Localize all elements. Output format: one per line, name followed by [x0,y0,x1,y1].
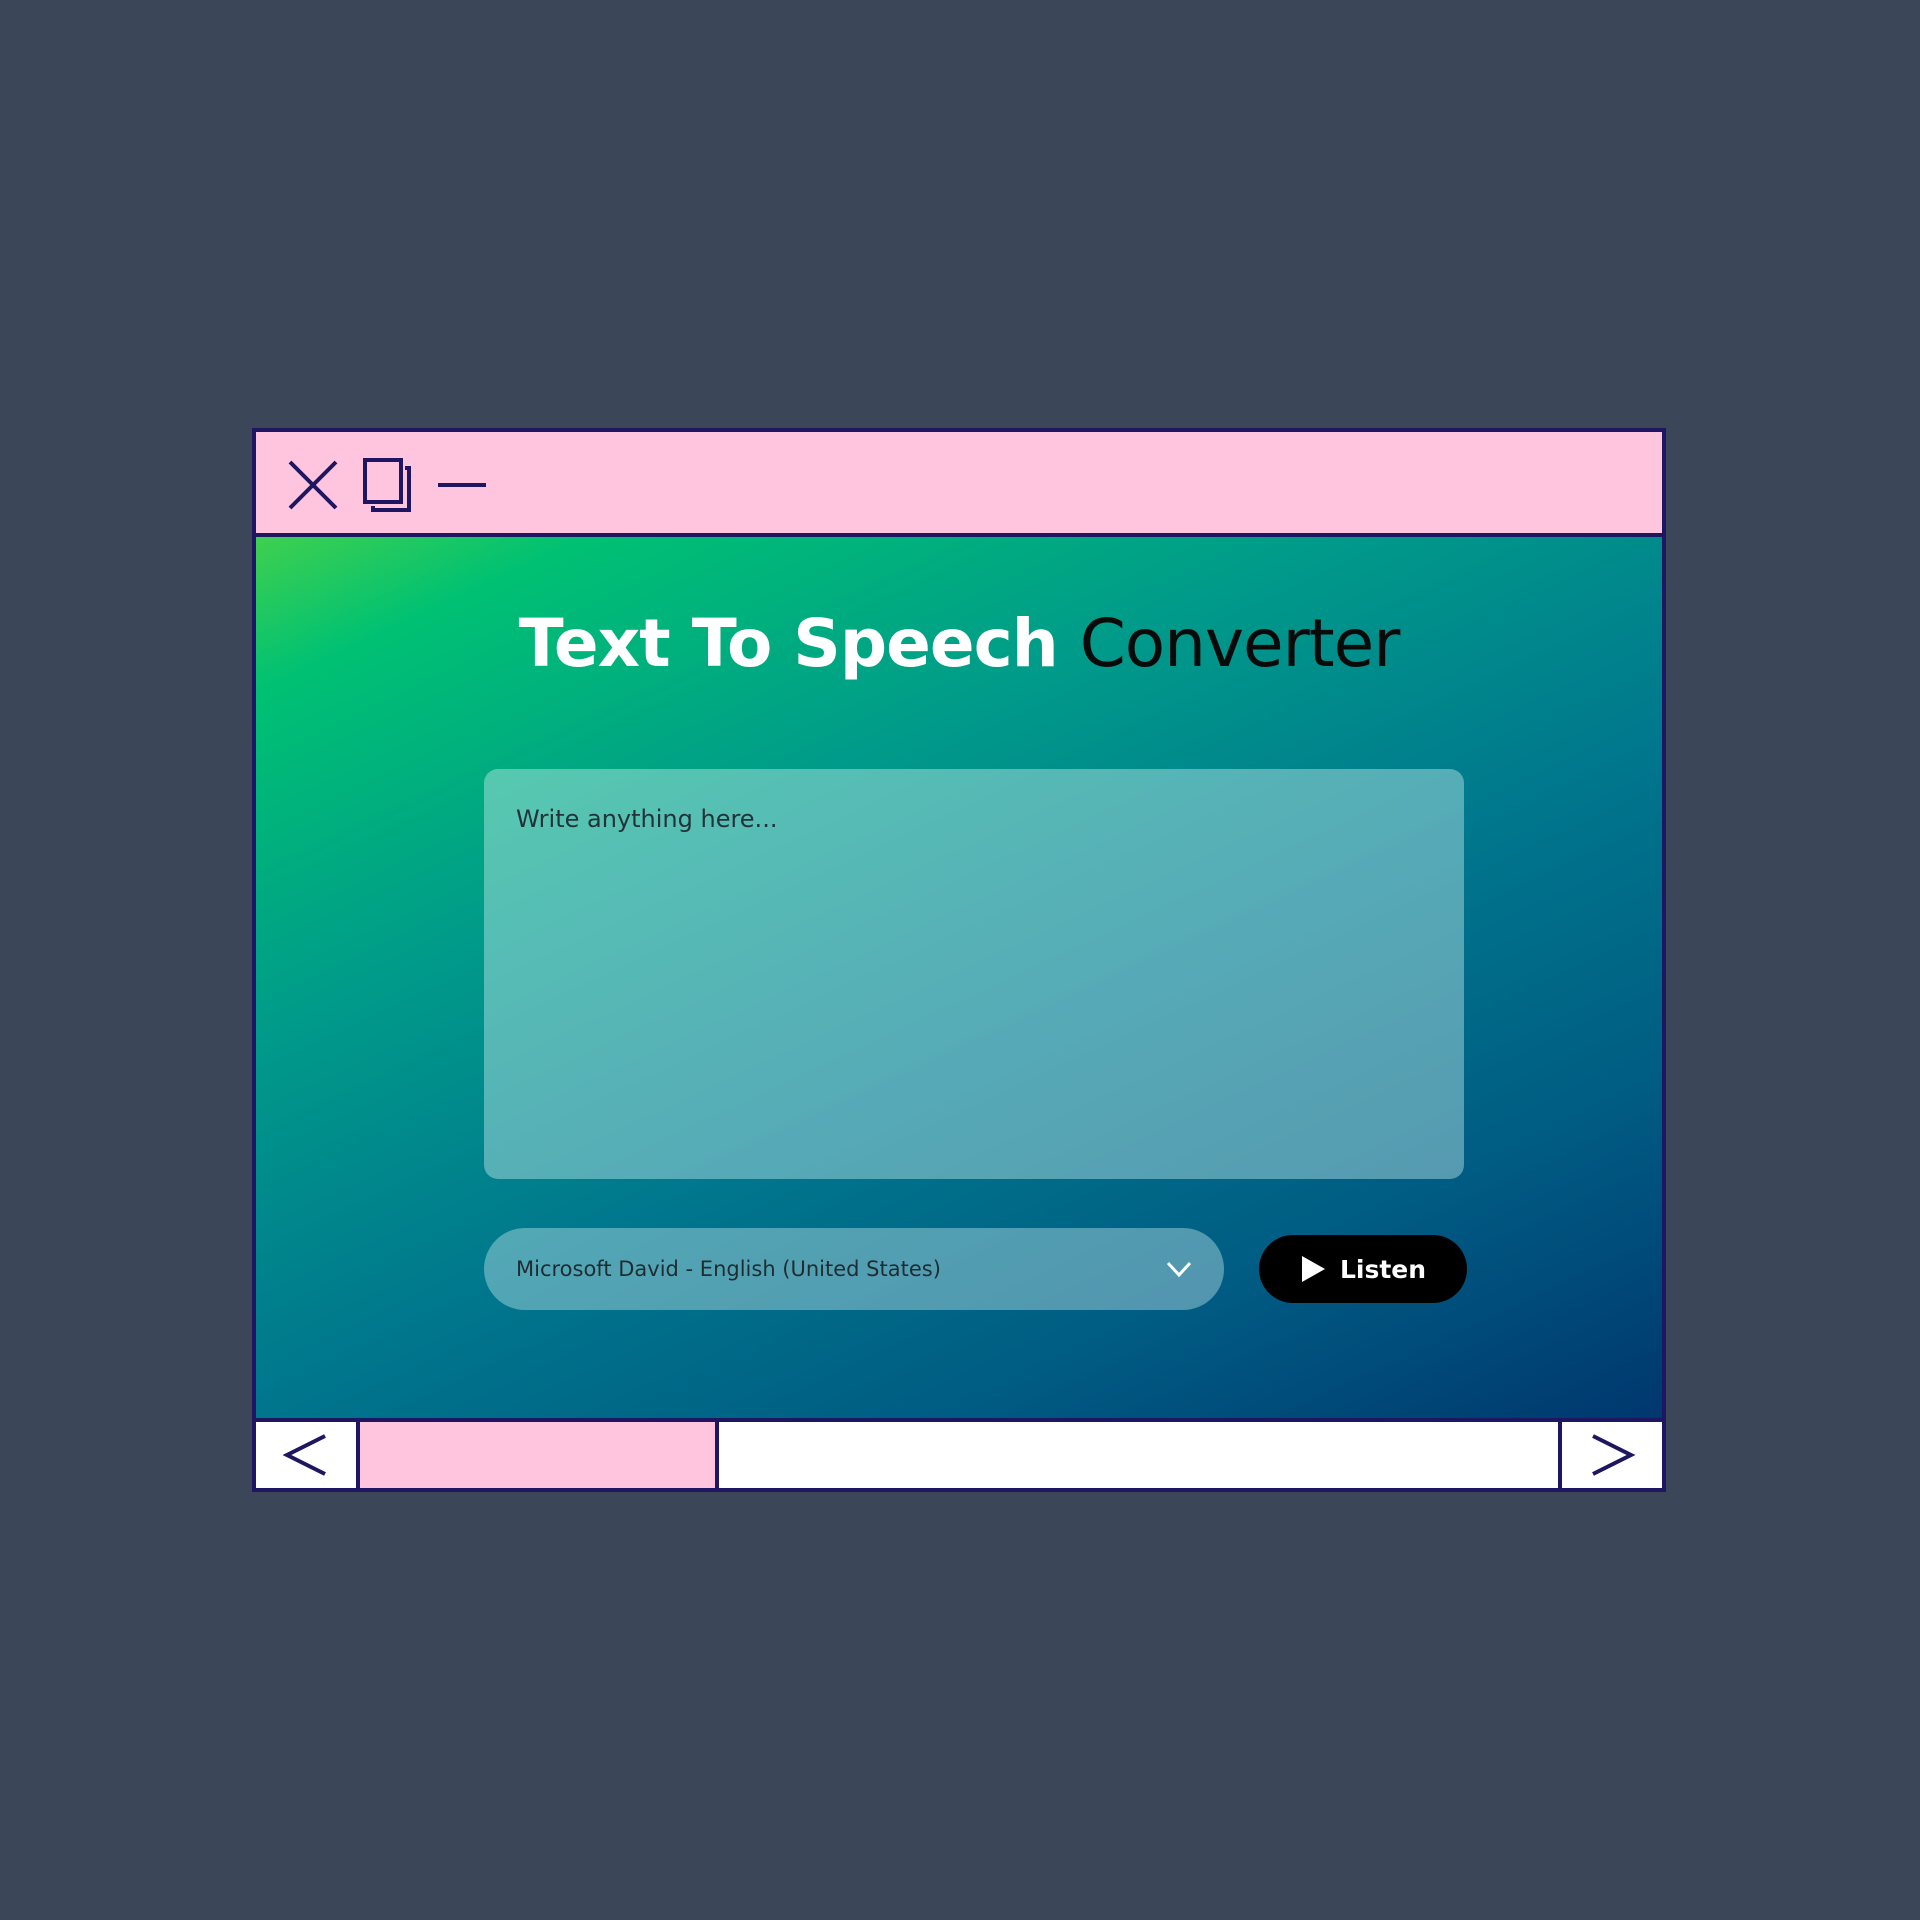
app-content: Text To Speech Converter Microsoft David… [256,537,1662,1418]
scroll-thumb[interactable] [360,1422,719,1488]
restore-icon[interactable] [361,458,415,512]
scroll-right-button[interactable] [1558,1422,1662,1488]
voice-select-value: Microsoft David - English (United States… [516,1257,941,1281]
window-titlebar [256,432,1662,537]
app-window: Text To Speech Converter Microsoft David… [252,428,1666,1492]
chevron-right-icon [1592,1434,1636,1476]
listen-button-label: Listen [1339,1254,1427,1284]
listen-button[interactable]: Listen [1259,1235,1467,1303]
scroll-left-button[interactable] [256,1422,360,1488]
minimize-icon[interactable] [436,458,490,512]
play-icon [1301,1256,1325,1282]
text-input[interactable] [484,769,1464,1179]
title-text-dark: Converter [1079,605,1401,682]
title-text-light: Text To Speech [518,605,1059,682]
chevron-left-icon [282,1434,326,1476]
page-title: Text To Speech Converter [256,605,1662,682]
close-icon[interactable] [286,458,340,512]
voice-select[interactable]: Microsoft David - English (United States… [484,1228,1224,1310]
chevron-down-icon [1164,1254,1194,1284]
horizontal-scrollbar [256,1418,1662,1488]
scroll-track[interactable] [360,1422,1558,1488]
